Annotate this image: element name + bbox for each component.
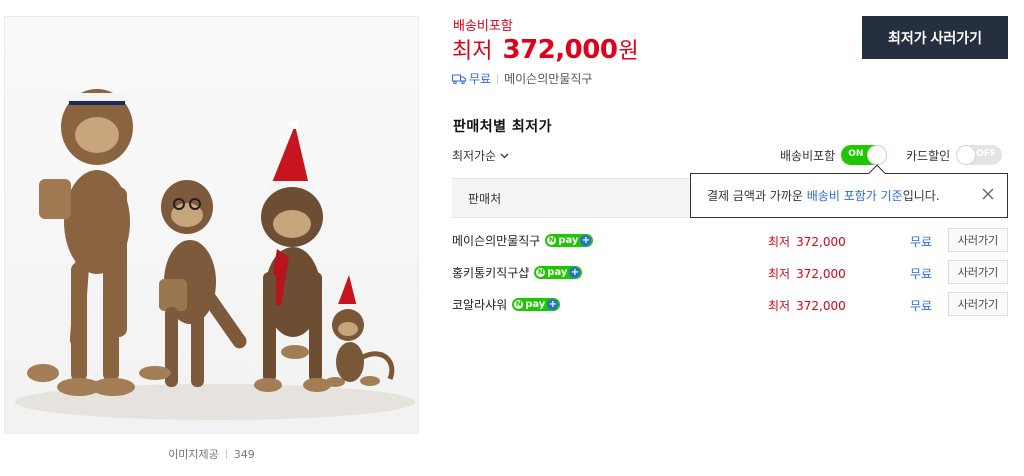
- naver-n-icon: N: [514, 300, 524, 309]
- monkey-small: [325, 275, 395, 387]
- table-row: 코알라샤워 Npay + 최저 372,000 무료 사러가기: [452, 292, 1008, 316]
- seller-cell: 코알라샤워 Npay +: [452, 296, 561, 313]
- toggle-state: OFF: [976, 149, 997, 159]
- divider: [225, 449, 227, 459]
- toggle-knob: [867, 145, 888, 165]
- close-icon[interactable]: [981, 187, 995, 201]
- seller-name[interactable]: 코알라샤워: [452, 296, 507, 313]
- row-price-value: 372,000: [796, 235, 846, 249]
- row-price: 최저 372,000: [768, 297, 846, 314]
- npay-text: pay: [547, 267, 568, 278]
- card-discount-toggle-label: 카드할인: [906, 148, 951, 163]
- seller-name[interactable]: 홍키통키직구샵: [452, 264, 529, 281]
- wooden-monkeys-photo: [15, 89, 415, 420]
- shipping-included-filter: 배송비포함 ON: [780, 145, 888, 165]
- plus-icon: +: [580, 235, 592, 246]
- card-discount-filter: 카드할인 OFF: [906, 145, 1003, 165]
- npay-text: pay: [558, 235, 579, 246]
- row-price-label: 최저: [768, 267, 791, 281]
- buy-button[interactable]: 사러가기: [948, 228, 1008, 252]
- table-row: 메이슨의만물직구 Npay + 최저 372,000 무료 사러가기: [452, 228, 1008, 252]
- sort-dropdown[interactable]: 최저가순: [452, 147, 509, 164]
- naver-n-icon: N: [547, 236, 557, 245]
- image-credit-count: 349: [233, 448, 255, 461]
- npay-badge: Npay +: [512, 298, 561, 311]
- image-credit-label: 이미지제공: [168, 448, 219, 461]
- tooltip-pointer: [868, 164, 886, 182]
- seller-cell: 홍키통키직구샵 Npay +: [452, 264, 583, 281]
- row-price: 최저 372,000: [768, 265, 846, 282]
- plus-icon: +: [547, 299, 559, 310]
- row-shipping: 무료: [910, 299, 933, 313]
- chevron-down-icon: [500, 153, 509, 158]
- toggle-state: ON: [848, 149, 864, 159]
- currency-unit: 원: [618, 39, 639, 64]
- shipping-included-label: 배송비포함: [453, 19, 513, 34]
- plus-icon: +: [569, 267, 581, 278]
- sort-selected: 최저가순: [452, 149, 497, 163]
- shipping-tooltip: 결제 금액과 가까운 배송비 포함가 기준입니다.: [690, 164, 1008, 218]
- tooltip-highlight: 배송비 포함가 기준: [806, 189, 903, 203]
- naver-n-icon: N: [536, 268, 546, 277]
- lowest-price: 최저 372,000 원: [452, 33, 639, 65]
- delivery-seller: 메이슨의만물직구: [504, 72, 593, 86]
- column-seller: 판매처: [468, 191, 502, 206]
- divider: [497, 73, 499, 84]
- seller-cell: 메이슨의만물직구 Npay +: [452, 232, 594, 249]
- buy-button[interactable]: 사러가기: [948, 292, 1008, 316]
- tooltip-text: 결제 금액과 가까운 배송비 포함가 기준입니다.: [707, 187, 940, 204]
- row-price-value: 372,000: [796, 267, 846, 281]
- product-image[interactable]: [4, 16, 419, 434]
- lowest-price-label: 최저: [452, 39, 493, 64]
- tooltip-suffix: 입니다.: [902, 189, 940, 203]
- row-shipping: 무료: [910, 267, 933, 281]
- buy-lowest-button[interactable]: 최저가 사러가기: [862, 16, 1008, 59]
- buy-button[interactable]: 사러가기: [948, 260, 1008, 284]
- shipping-included-toggle[interactable]: ON: [841, 145, 888, 165]
- npay-badge: Npay +: [545, 234, 594, 247]
- row-price-label: 최저: [768, 235, 791, 249]
- table-row: 홍키통키직구샵 Npay + 최저 372,000 무료 사러가기: [452, 260, 1008, 284]
- image-credit: 이미지제공 349: [0, 446, 423, 462]
- lowest-price-value: 372,000: [502, 35, 618, 65]
- monkey-large: [27, 89, 135, 396]
- row-price: 최저 372,000: [768, 233, 846, 250]
- npay-badge: Npay +: [534, 266, 583, 279]
- row-price-value: 372,000: [796, 299, 846, 313]
- toggle-knob: [956, 145, 977, 165]
- npay-text: pay: [525, 299, 546, 310]
- shipping-toggle-label: 배송비포함: [780, 148, 836, 163]
- truck-icon: [452, 74, 466, 84]
- card-discount-toggle[interactable]: OFF: [956, 145, 1003, 165]
- delivery-fee: 무료: [469, 72, 492, 86]
- seller-name[interactable]: 메이슨의만물직구: [452, 232, 540, 249]
- delivery-info: 무료 메이슨의만물직구: [452, 70, 592, 87]
- row-shipping: 무료: [910, 235, 933, 249]
- tooltip-prefix: 결제 금액과 가까운: [707, 189, 807, 203]
- section-title: 판매처별 최저가: [453, 119, 553, 135]
- row-price-label: 최저: [768, 299, 791, 313]
